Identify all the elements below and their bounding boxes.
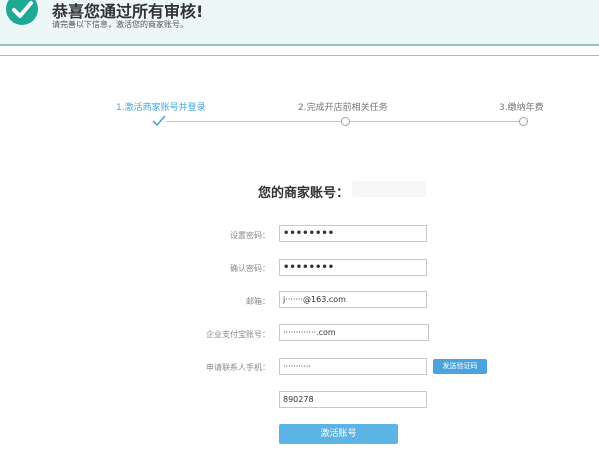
confirm-password-label: 确认密码： bbox=[230, 264, 270, 273]
alipay-account-field[interactable]: ·············.com bbox=[279, 324, 429, 341]
banner-subtitle: 请完善以下信息，激活您的商家账号。 bbox=[52, 20, 188, 29]
phone-label: 申请联系人手机： bbox=[206, 363, 270, 372]
step-3-node bbox=[519, 117, 528, 126]
activate-account-button[interactable]: 激活账号 bbox=[279, 424, 398, 444]
divider bbox=[0, 55, 599, 56]
phone-field[interactable]: ··········· bbox=[279, 358, 427, 375]
step-2-node bbox=[341, 117, 350, 126]
verification-code-field[interactable]: 890278 bbox=[279, 391, 427, 408]
step-done-check-icon bbox=[151, 113, 167, 127]
step-2-label: 2.完成开店前相关任务 bbox=[298, 103, 388, 113]
email-label: 邮箱： bbox=[246, 297, 270, 306]
success-banner: 恭喜您通过所有审核! 请完善以下信息，激活您的商家账号。 bbox=[0, 0, 599, 46]
step-1-label: 1.激活商家账号并登录 bbox=[116, 103, 206, 113]
confirm-password-field[interactable]: •••••••• bbox=[279, 259, 427, 276]
account-heading: 您的商家账号： bbox=[258, 186, 350, 201]
step-3-label: 3.缴纳年费 bbox=[499, 103, 544, 113]
password-label: 设置密码： bbox=[230, 231, 270, 240]
email-field[interactable]: j·······@163.com bbox=[279, 291, 427, 308]
password-field[interactable]: •••••••• bbox=[279, 225, 427, 242]
account-value-redacted bbox=[352, 181, 426, 197]
send-code-button[interactable]: 发送验证码 bbox=[433, 359, 487, 374]
success-check-icon bbox=[6, 0, 38, 25]
alipay-label: 企业支付宝账号： bbox=[206, 330, 270, 339]
